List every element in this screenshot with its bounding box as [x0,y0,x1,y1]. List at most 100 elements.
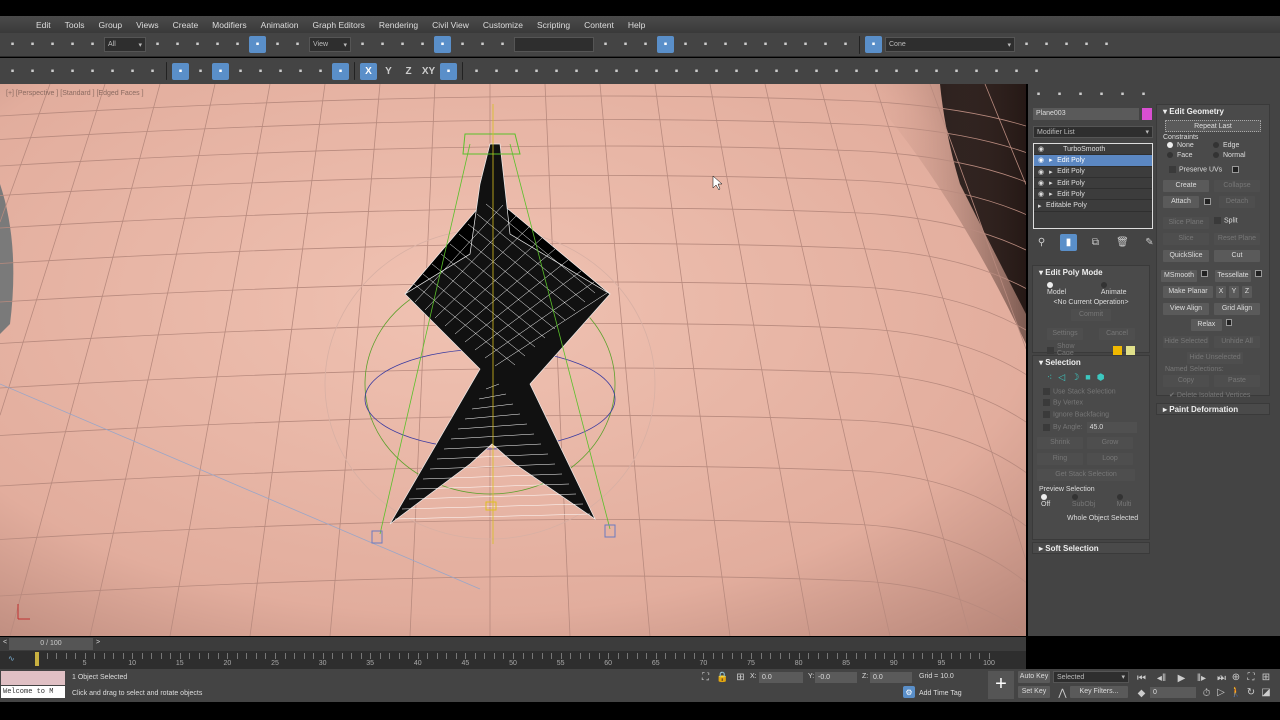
keyframe-1-icon[interactable]: ▪ [104,63,121,80]
window-crossing-icon[interactable]: ▪ [209,36,226,53]
cancel-button[interactable]: Cancel [1099,328,1135,340]
model-radio[interactable]: Model [1047,282,1075,296]
modifier-stack-item[interactable]: ◉ ▸ Edit Poly [1034,178,1152,190]
geosphere-icon[interactable]: ▪ [888,63,905,80]
schematic-view-icon[interactable]: ▪ [717,36,734,53]
polygon-mode-icon[interactable]: ■ [1085,372,1090,383]
make-unique-icon[interactable]: ⧉ [1087,234,1104,251]
time-slider[interactable]: < 0 / 100 > [0,637,1026,651]
hide-selected-button[interactable]: Hide Selected [1163,336,1209,349]
add-time-tag-button[interactable]: Add Time Tag [919,690,962,697]
motion-tab-icon[interactable]: ▪ [1093,86,1110,103]
layer-props-icon[interactable]: ▪ [1098,36,1115,53]
grid-align-button[interactable]: Grid Align [1214,303,1260,316]
table-icon[interactable]: ▪ [568,63,585,80]
get-stack-selection-button[interactable]: Get Stack Selection [1037,469,1135,482]
field-of-view-icon[interactable]: ▷ [1214,685,1228,699]
pivot-snap-icon[interactable]: ▪ [192,63,209,80]
set-key-button[interactable]: Set Key [1018,686,1050,698]
link-icon[interactable]: ▪ [44,36,61,53]
particles-icon[interactable]: ▪ [828,63,845,80]
collapse-button[interactable]: Collapse [1214,180,1260,193]
tessellate-button[interactable]: Tessellate [1215,270,1251,283]
render-icon[interactable]: ▪ [797,36,814,53]
viewport-label[interactable]: [+] [Perspective ] [Standard ] [Edged Fa… [6,90,144,97]
molecule-icon[interactable]: ▪ [848,63,865,80]
remove-modifier-icon[interactable]: 🗑 [1114,234,1131,251]
selection-lock-icon[interactable]: 🔒 [714,669,731,686]
modify-tab-icon[interactable]: ▪ [1051,86,1068,103]
default-in-out-tangents-icon[interactable]: ⋀ [1054,685,1071,702]
menu-rendering[interactable]: Rendering [379,20,418,30]
maxscript-mini-listener[interactable] [1,671,65,685]
preview-multi-radio[interactable]: Multi [1116,494,1141,508]
info-icon[interactable]: ▪ [1008,63,1025,80]
modifier-stack-item[interactable]: ◉ TurboSmooth [1034,144,1152,156]
display-tab-icon[interactable]: ▪ [1114,86,1131,103]
pyramid-icon[interactable]: ▪ [868,63,885,80]
layer-dropdown[interactable]: Cone ▾ [885,37,1015,52]
spinner-snap-icon[interactable]: ▪ [474,36,491,53]
teapot-icon[interactable]: ▪ [528,63,545,80]
constraint-none-radio[interactable]: None [1167,142,1213,149]
set-key-big-button[interactable]: + [988,671,1014,699]
edge-mode-icon[interactable]: ◁ [1058,372,1065,383]
redo-icon[interactable]: ▪ [24,36,41,53]
pin-stack-icon[interactable]: ⚲ [1033,234,1050,251]
preview-subobj-radio[interactable]: SubObj [1071,494,1105,508]
relax-button[interactable]: Relax [1191,319,1222,332]
z-coordinate-field[interactable]: 0.0 [870,672,912,683]
copy-button[interactable]: Copy [1163,375,1209,388]
layer-icon[interactable]: ▪ [1018,36,1035,53]
make-planar-button[interactable]: Make Planar [1163,286,1213,299]
loop-button[interactable]: Loop [1087,453,1133,466]
perpendicular-snap-icon[interactable]: ▪ [292,63,309,80]
spacing-icon[interactable]: ▪ [488,63,505,80]
selection-filter-dropdown[interactable]: All ▾ [104,37,146,52]
layer-explorer-icon[interactable]: ▪ [657,36,674,53]
table2-icon[interactable]: ▪ [588,63,605,80]
named-selection-icon[interactable]: ▪ [494,36,511,53]
object-name-field[interactable]: Plane003 [1033,108,1139,120]
menu-animation[interactable]: Animation [261,20,299,30]
eye-icon[interactable]: ◉ [1038,179,1044,187]
menu-create[interactable]: Create [173,20,199,30]
scale-icon[interactable]: ▪ [269,36,286,53]
attach-button[interactable]: Attach [1163,196,1199,209]
border-mode-icon[interactable]: ☽ [1071,372,1079,383]
modifier-list-dropdown[interactable]: Modifier List ▾ [1033,126,1153,138]
move-icon[interactable]: ▪ [229,36,246,53]
select-by-name-icon[interactable]: ▪ [169,36,186,53]
menu-tools[interactable]: Tools [65,20,85,30]
bind-space-warp-icon[interactable]: ▪ [84,36,101,53]
toggle-ribbon-icon[interactable]: ▪ [677,36,694,53]
constraint-face-radio[interactable]: Face [1167,152,1213,159]
unhide-all-button[interactable]: Unhide All [1214,336,1260,349]
expand-icon[interactable]: ▸ [1049,190,1057,198]
perspective-viewport[interactable] [0,84,1026,636]
menu-civil-view[interactable]: Civil View [432,20,469,30]
msmooth-button[interactable]: MSmooth [1161,270,1197,283]
orbit-icon[interactable]: ↻ [1244,685,1258,699]
axis-constraint-x-button[interactable]: X [360,62,377,80]
snap-3d-icon[interactable]: ▪ [414,36,431,53]
soft-selection-rollout[interactable]: ▸ Soft Selection [1032,542,1150,554]
grass-icon[interactable]: ▪ [908,63,925,80]
angle-snap-icon[interactable]: ▪ [434,36,451,53]
modifier-stack-item[interactable]: ▸ Editable Poly [1034,200,1152,212]
eye-icon[interactable]: ◉ [1038,168,1044,176]
camera-icon[interactable]: ▪ [628,63,645,80]
grid-array-icon[interactable]: ▪ [468,63,485,80]
modifier-stack-item[interactable]: ◉ ▸ Edit Poly [1034,189,1152,201]
select-object-icon[interactable]: ▪ [149,36,166,53]
cloth-icon[interactable]: ▪ [948,63,965,80]
expand-icon[interactable]: ▸ [1049,168,1057,176]
element-mode-icon[interactable]: ⬢ [1097,372,1105,383]
relax-settings-icon[interactable] [1225,319,1232,327]
mirror-icon[interactable]: ▪ [597,36,614,53]
object-color-swatch[interactable] [1142,108,1152,120]
align-icon[interactable]: ▪ [617,36,634,53]
eraser-icon[interactable]: ▪ [64,63,81,80]
modifier-stack[interactable]: ◉ TurboSmooth ◉ ▸ Edit Poly ◉ ▸ Edit Poly ◉ ▸ Edi… [1033,143,1153,229]
render-setup-icon[interactable]: ▪ [757,36,774,53]
